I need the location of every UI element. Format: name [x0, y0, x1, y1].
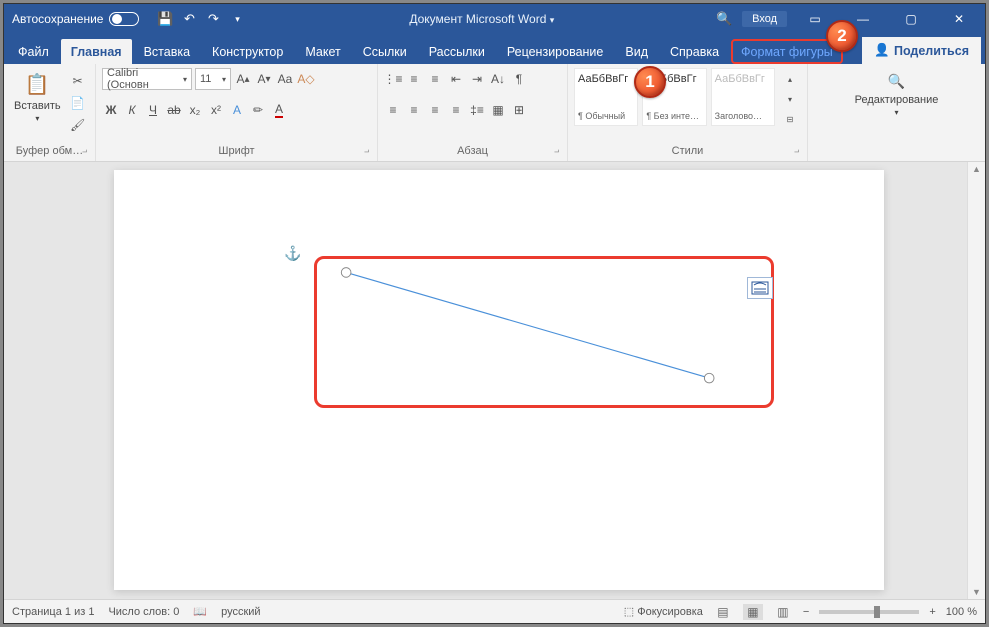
font-family-select[interactable]: Calibri (Основн▾ [102, 68, 192, 90]
zoom-in-button[interactable]: + [929, 606, 935, 618]
status-page[interactable]: Страница 1 из 1 [12, 606, 94, 618]
tab-layout[interactable]: Макет [295, 39, 350, 64]
styles-more-icon[interactable]: ⊟ [781, 110, 799, 128]
shape-handle-start[interactable] [341, 268, 351, 278]
justify-icon[interactable]: ≡ [447, 101, 465, 119]
font-size-select[interactable]: 11▾ [195, 68, 231, 90]
format-painter-icon[interactable]: 🖌 [69, 116, 87, 134]
anchor-icon: ⚓ [284, 245, 301, 262]
zoom-slider[interactable] [819, 610, 919, 614]
group-font-label: Шрифт [102, 143, 371, 159]
status-language[interactable]: русский [221, 606, 260, 618]
line-spacing-icon[interactable]: ‡≡ [468, 101, 486, 119]
redo-icon[interactable]: ↷ [203, 9, 223, 29]
align-center-icon[interactable]: ≡ [405, 101, 423, 119]
group-paragraph-label: Абзац [384, 143, 561, 159]
tab-shape-format[interactable]: Формат фигуры [731, 39, 843, 64]
qat-dropdown-icon[interactable]: ▾ [227, 9, 247, 29]
tab-insert[interactable]: Вставка [134, 39, 200, 64]
status-spellcheck-icon[interactable]: 📖 [193, 605, 207, 618]
undo-icon[interactable]: ↶ [179, 9, 199, 29]
shading-icon[interactable]: ▦ [489, 101, 507, 119]
subscript-icon[interactable]: x₂ [186, 101, 204, 119]
document-area[interactable]: ⚓ [4, 162, 985, 599]
autosave-label: Автосохранение [12, 12, 103, 26]
sort-icon[interactable]: A↓ [489, 70, 507, 88]
strike-icon[interactable]: ab [165, 101, 183, 119]
status-bar: Страница 1 из 1 Число слов: 0 📖 русский … [4, 599, 985, 623]
view-web-icon[interactable]: ▥ [773, 604, 793, 620]
status-words[interactable]: Число слов: 0 [108, 606, 179, 618]
numbering-icon[interactable]: ≡ [405, 70, 423, 88]
find-icon: 🔍 [885, 70, 907, 92]
inc-indent-icon[interactable]: ⇥ [468, 70, 486, 88]
quick-access-toolbar: 💾 ↶ ↷ ▾ [147, 9, 255, 29]
highlight-icon[interactable]: ✏ [249, 101, 267, 119]
tab-review[interactable]: Рецензирование [497, 39, 614, 64]
tab-references[interactable]: Ссылки [353, 39, 417, 64]
styles-up-icon[interactable]: ▴ [781, 70, 799, 88]
annotation-marker-1: 1 [634, 66, 666, 98]
focus-mode-button[interactable]: ⬚ Фокусировка [624, 605, 703, 618]
clear-format-icon[interactable]: A◇ [297, 70, 315, 88]
tab-file[interactable]: Файл [8, 39, 59, 64]
align-right-icon[interactable]: ≡ [426, 101, 444, 119]
align-left-icon[interactable]: ≡ [384, 101, 402, 119]
bold-icon[interactable]: Ж [102, 101, 120, 119]
editing-button[interactable]: 🔍 Редактирование ▾ [851, 68, 943, 119]
borders-icon[interactable]: ⊞ [510, 101, 528, 119]
paste-button[interactable]: 📋 Вставить ▾ [10, 68, 65, 125]
tab-help[interactable]: Справка [660, 39, 729, 64]
view-print-icon[interactable]: ▦ [743, 604, 763, 620]
style-normal[interactable]: АаБбВвГг ¶ Обычный [574, 68, 638, 126]
bullets-icon[interactable]: ⋮≡ [384, 70, 402, 88]
group-clipboard-label: Буфер обм… [10, 143, 89, 159]
multilevel-icon[interactable]: ≡ [426, 70, 444, 88]
share-button[interactable]: 👤Поделиться [862, 37, 981, 64]
grow-font-icon[interactable]: A▴ [234, 70, 252, 88]
document-title: Документ Microsoft Word ▾ [255, 12, 708, 26]
tab-mailings[interactable]: Рассылки [419, 39, 495, 64]
shrink-font-icon[interactable]: A▾ [255, 70, 273, 88]
change-case-icon[interactable]: Aa [276, 70, 294, 88]
superscript-icon[interactable]: x² [207, 101, 225, 119]
styles-down-icon[interactable]: ▾ [781, 90, 799, 108]
line-shape[interactable] [346, 272, 709, 378]
underline-icon[interactable]: Ч [144, 101, 162, 119]
vertical-scrollbar[interactable] [967, 162, 985, 599]
copy-icon[interactable]: 📄 [69, 94, 87, 112]
font-color-icon[interactable]: A [270, 101, 288, 119]
autosave-group: Автосохранение [4, 12, 147, 26]
save-icon[interactable]: 💾 [155, 9, 175, 29]
group-styles-label: Стили [574, 143, 801, 159]
shape-handle-end[interactable] [704, 373, 714, 383]
text-effects-icon[interactable]: A [228, 101, 246, 119]
maximize-button[interactable]: ▢ [891, 4, 931, 34]
tab-design[interactable]: Конструктор [202, 39, 293, 64]
style-heading1[interactable]: АаБбВвГг Заголово… [711, 68, 775, 126]
login-button[interactable]: Вход [742, 11, 787, 27]
tab-home[interactable]: Главная [61, 39, 132, 64]
paste-icon: 📋 [23, 70, 51, 98]
zoom-out-button[interactable]: − [803, 606, 809, 618]
annotation-marker-2: 2 [826, 20, 858, 52]
annotation-highlight-1 [314, 256, 774, 408]
view-read-icon[interactable]: ▤ [713, 604, 733, 620]
zoom-level[interactable]: 100 % [946, 606, 977, 618]
ribbon: 📋 Вставить ▾ ✂ 📄 🖌 Буфер обм… Calibri (О… [4, 64, 985, 162]
layout-options-icon[interactable] [747, 277, 773, 299]
italic-icon[interactable]: К [123, 101, 141, 119]
search-icon[interactable]: 🔍 [714, 9, 734, 29]
tab-view[interactable]: Вид [615, 39, 658, 64]
page[interactable]: ⚓ [114, 170, 884, 590]
show-marks-icon[interactable]: ¶ [510, 70, 528, 88]
close-button[interactable]: ✕ [939, 4, 979, 34]
cut-icon[interactable]: ✂ [69, 72, 87, 90]
autosave-toggle[interactable] [109, 12, 139, 26]
dec-indent-icon[interactable]: ⇤ [447, 70, 465, 88]
